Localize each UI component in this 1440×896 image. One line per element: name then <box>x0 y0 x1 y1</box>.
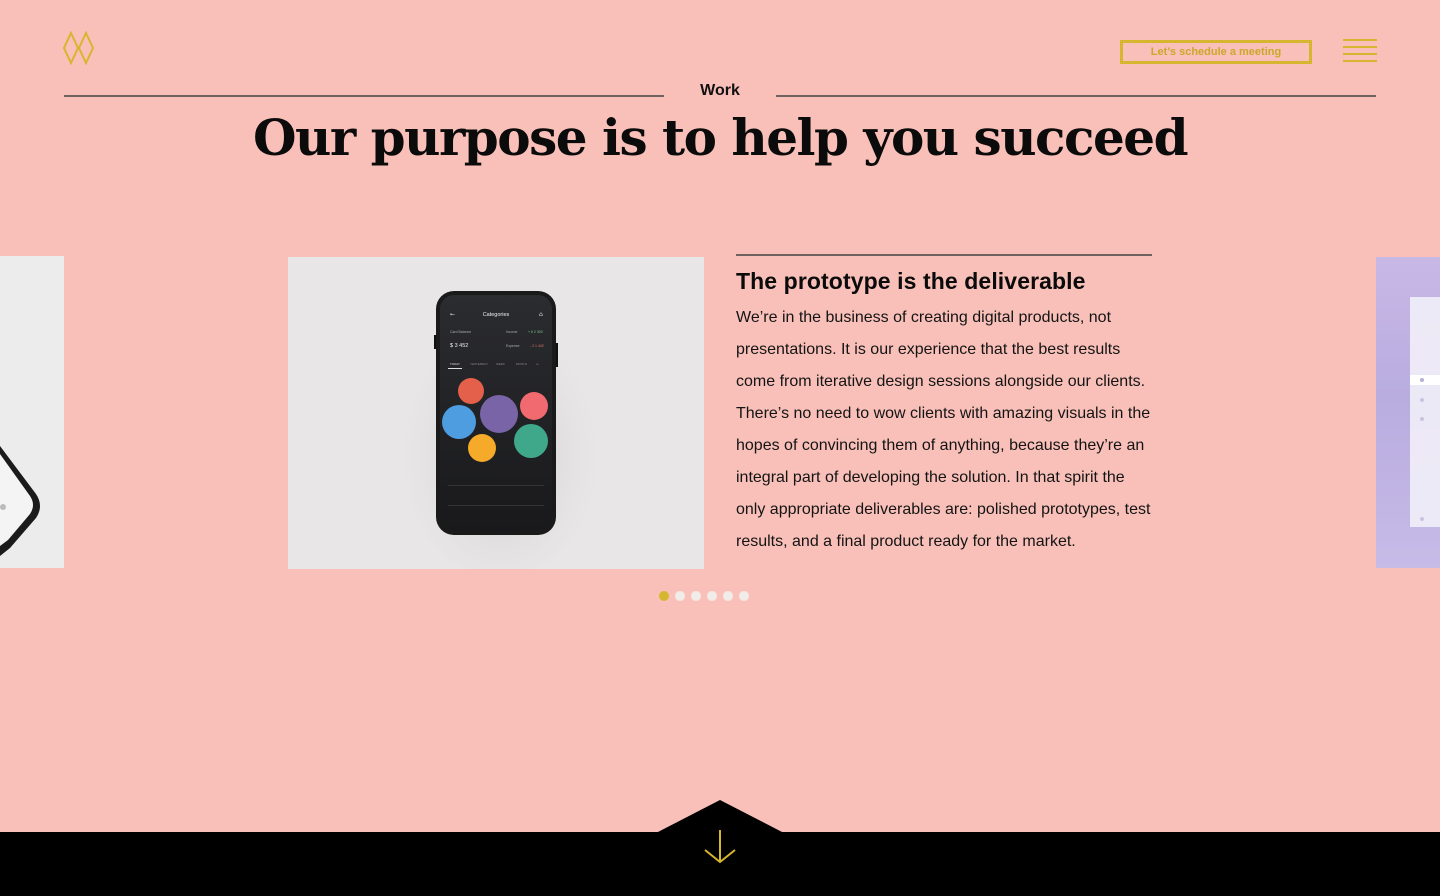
svg-text:+ 6 2 300: + 6 2 300 <box>528 330 543 334</box>
carousel-dot-1[interactable] <box>659 591 669 601</box>
carousel-dot-4[interactable] <box>707 591 717 601</box>
svg-text:YESTERDAY: YESTERDAY <box>470 362 488 366</box>
slide-title-rule <box>736 254 1152 256</box>
svg-text:←: ← <box>450 311 455 318</box>
slide-text-block: The prototype is the deliverable We’re i… <box>736 254 1152 558</box>
carousel-dot-6[interactable] <box>739 591 749 601</box>
phone-partial-image <box>0 446 40 556</box>
slide-body: We’re in the business of creating digita… <box>736 309 1151 550</box>
carousel-dot-5[interactable] <box>723 591 733 601</box>
phone-mockup-image: ← Categories ⌂ Card Balance Income + 6 2… <box>390 277 610 569</box>
svg-text:$ 3 452: $ 3 452 <box>450 343 468 349</box>
svg-text:•••: ••• <box>536 362 539 366</box>
carousel-dot-2[interactable] <box>675 591 685 601</box>
carousel-slide-next[interactable] <box>1376 257 1440 568</box>
carousel-slide-current-image[interactable]: ← Categories ⌂ Card Balance Income + 6 2… <box>288 257 704 569</box>
carousel-dot-3[interactable] <box>691 591 701 601</box>
svg-text:- 2 1 442: - 2 1 442 <box>530 344 544 348</box>
dashboard-partial-image <box>1410 297 1440 527</box>
phone-title: Categories <box>483 312 510 318</box>
svg-text:Expense: Expense <box>506 344 520 348</box>
schedule-meeting-button[interactable]: Let’s schedule a meeting <box>1120 40 1312 64</box>
svg-text:MONTH: MONTH <box>516 362 527 366</box>
section-label: Work <box>700 82 740 99</box>
svg-text:WEEK: WEEK <box>496 362 505 366</box>
svg-text:TODAY: TODAY <box>450 362 460 366</box>
carousel-slide-previous[interactable] <box>0 256 64 568</box>
section-rule-right <box>776 95 1376 97</box>
svg-text:Card Balance: Card Balance <box>450 330 471 334</box>
svg-text:Income: Income <box>506 330 518 334</box>
brand-logo[interactable] <box>62 31 96 65</box>
hamburger-menu-icon[interactable] <box>1343 39 1377 65</box>
section-rule-left <box>64 95 664 97</box>
page-headline: Our purpose is to help you succeed <box>252 108 1189 167</box>
svg-text:⌂: ⌂ <box>539 311 543 318</box>
carousel-pagination <box>659 591 749 601</box>
slide-title: The prototype is the deliverable <box>736 268 1086 294</box>
scroll-down-arrow-icon[interactable] <box>701 828 739 866</box>
